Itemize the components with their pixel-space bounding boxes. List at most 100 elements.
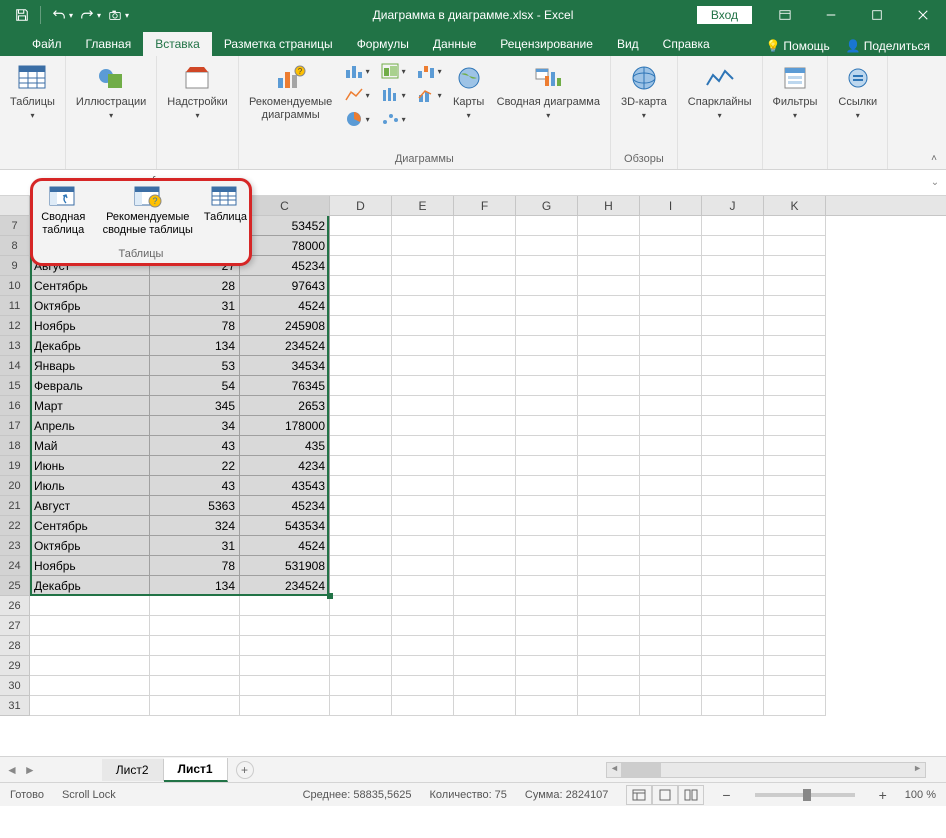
cell[interactable] (764, 296, 826, 316)
cell[interactable] (578, 276, 640, 296)
cell[interactable] (454, 636, 516, 656)
cell[interactable] (454, 396, 516, 416)
cell[interactable] (454, 296, 516, 316)
cell[interactable] (578, 336, 640, 356)
cell[interactable] (578, 516, 640, 536)
selection-handle[interactable] (327, 593, 333, 599)
cell[interactable] (640, 636, 702, 656)
cell[interactable] (640, 216, 702, 236)
cell[interactable]: 34 (150, 416, 240, 436)
cell[interactable] (640, 676, 702, 696)
cell[interactable] (30, 596, 150, 616)
maps-button[interactable]: Карты ▾ (449, 60, 489, 123)
cell[interactable] (454, 656, 516, 676)
cell[interactable] (578, 636, 640, 656)
sheet-tab-2[interactable]: Лист2 (102, 759, 164, 781)
cell[interactable] (392, 536, 454, 556)
cell[interactable]: 178000 (240, 416, 330, 436)
cell[interactable]: 5363 (150, 496, 240, 516)
cell[interactable] (578, 576, 640, 596)
cell[interactable] (330, 536, 392, 556)
cell[interactable] (330, 436, 392, 456)
sheet-nav-prev-icon[interactable]: ◄ (6, 763, 18, 777)
row-header[interactable]: 11 (0, 296, 30, 316)
cell[interactable] (702, 536, 764, 556)
cell[interactable] (392, 236, 454, 256)
cell[interactable] (392, 576, 454, 596)
cell[interactable] (330, 396, 392, 416)
cell[interactable] (330, 516, 392, 536)
cell[interactable] (578, 696, 640, 716)
zoom-level[interactable]: 100 % (905, 789, 936, 801)
cell[interactable] (702, 396, 764, 416)
cell[interactable] (702, 416, 764, 436)
cell[interactable]: 97643 (240, 276, 330, 296)
cell[interactable] (330, 316, 392, 336)
col-header-h[interactable]: H (578, 196, 640, 215)
cell[interactable] (454, 536, 516, 556)
tab-view[interactable]: Вид (605, 32, 651, 56)
sparklines-button[interactable]: Спарклайны ▾ (684, 60, 756, 123)
cell[interactable] (578, 436, 640, 456)
cell[interactable]: 43 (150, 436, 240, 456)
cell[interactable] (764, 416, 826, 436)
cell[interactable] (150, 616, 240, 636)
zoom-in-button[interactable]: + (879, 787, 887, 803)
cell[interactable] (702, 696, 764, 716)
cell[interactable] (454, 376, 516, 396)
cell[interactable] (392, 596, 454, 616)
cell[interactable]: Октябрь (30, 296, 150, 316)
cell[interactable]: 134 (150, 576, 240, 596)
cell[interactable] (764, 276, 826, 296)
zoom-slider-thumb[interactable] (803, 789, 811, 801)
cell[interactable]: Май (30, 436, 150, 456)
col-header-i[interactable]: I (640, 196, 702, 215)
3d-map-button[interactable]: 3D-карта ▾ (617, 60, 671, 123)
row-header[interactable]: 8 (0, 236, 30, 256)
row-header[interactable]: 27 (0, 616, 30, 636)
cell[interactable] (578, 376, 640, 396)
cell[interactable]: Июнь (30, 456, 150, 476)
hierarchy-chart-button[interactable]: ▾ (377, 60, 409, 82)
cell[interactable] (516, 696, 578, 716)
cell[interactable] (454, 316, 516, 336)
cell[interactable] (578, 296, 640, 316)
row-header[interactable]: 13 (0, 336, 30, 356)
cell[interactable] (764, 496, 826, 516)
cell[interactable]: 45234 (240, 496, 330, 516)
scrollbar-thumb[interactable] (621, 763, 661, 777)
cell[interactable] (150, 656, 240, 676)
cell[interactable] (454, 556, 516, 576)
cell[interactable] (702, 676, 764, 696)
row-header[interactable]: 31 (0, 696, 30, 716)
maximize-button[interactable] (854, 0, 900, 30)
col-header-j[interactable]: J (702, 196, 764, 215)
row-header[interactable]: 14 (0, 356, 30, 376)
cell[interactable] (702, 636, 764, 656)
cell[interactable] (454, 696, 516, 716)
cell[interactable]: 43543 (240, 476, 330, 496)
cell[interactable] (702, 256, 764, 276)
cell[interactable] (764, 616, 826, 636)
formula-input[interactable]: Месяц (167, 176, 924, 190)
cell[interactable] (764, 656, 826, 676)
cell[interactable] (330, 476, 392, 496)
cell[interactable] (392, 676, 454, 696)
cell[interactable] (454, 236, 516, 256)
cell[interactable] (702, 656, 764, 676)
cell[interactable]: Октябрь (30, 536, 150, 556)
cell[interactable] (640, 696, 702, 716)
cell[interactable] (392, 296, 454, 316)
cell[interactable] (240, 636, 330, 656)
cell[interactable]: 43 (150, 476, 240, 496)
redo-icon[interactable] (75, 3, 99, 27)
cell[interactable] (578, 556, 640, 576)
ribbon-display-options-icon[interactable] (762, 0, 808, 30)
cell[interactable] (578, 236, 640, 256)
cell[interactable] (764, 536, 826, 556)
cell[interactable] (702, 316, 764, 336)
cell[interactable] (516, 356, 578, 376)
cell[interactable]: 245908 (240, 316, 330, 336)
col-header-f[interactable]: F (454, 196, 516, 215)
cell[interactable] (330, 456, 392, 476)
